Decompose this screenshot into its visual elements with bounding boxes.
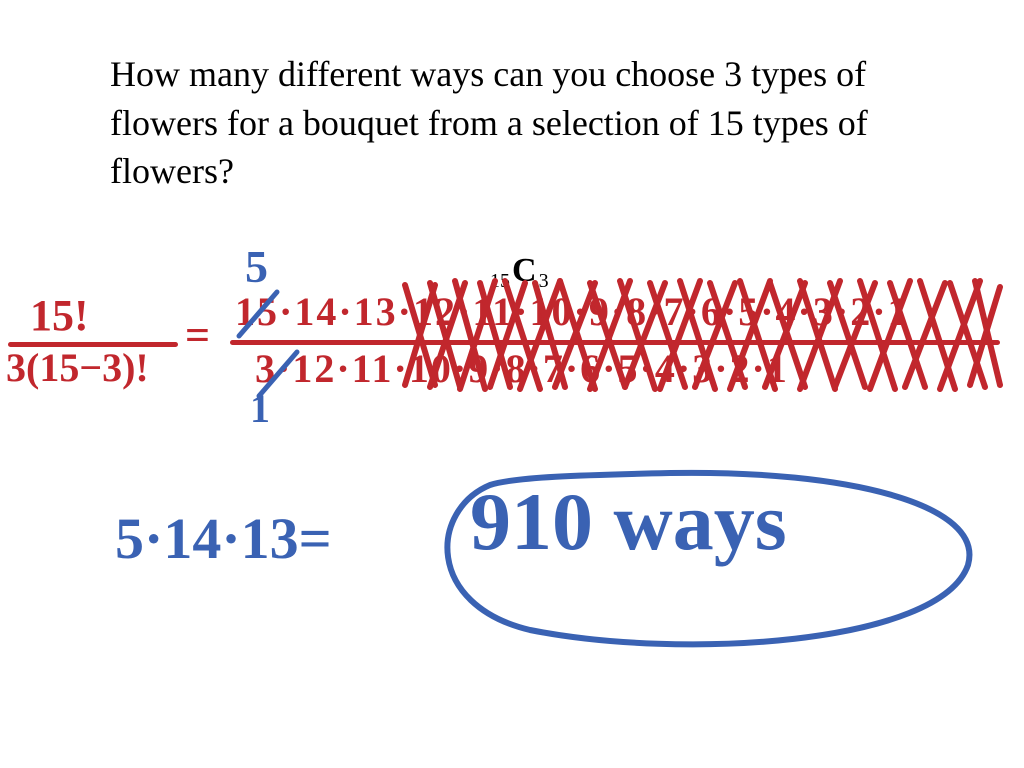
simplified-1: 1 bbox=[250, 385, 270, 432]
combination-symbol: C bbox=[512, 252, 537, 289]
final-answer: 910 ways bbox=[470, 475, 787, 569]
expanded-denominator: 3·12·11·10·9·8·7·6·5·4·3·2·1 bbox=[255, 345, 789, 392]
final-expression: 5·14·13= bbox=[115, 505, 332, 572]
problem-text: How many different ways can you choose 3… bbox=[110, 50, 930, 196]
formula-left-denominator: 3(15−3)! bbox=[6, 344, 149, 391]
equals-sign-1: = bbox=[185, 310, 210, 361]
formula-left-numerator: 15! bbox=[30, 290, 89, 341]
combination-notation: 15C3 bbox=[490, 252, 549, 293]
simplified-5: 5 bbox=[245, 240, 268, 293]
expanded-numerator: 15·14·13·12·11·10·9·8·7·6·5·4·3·2·1 bbox=[235, 288, 910, 335]
